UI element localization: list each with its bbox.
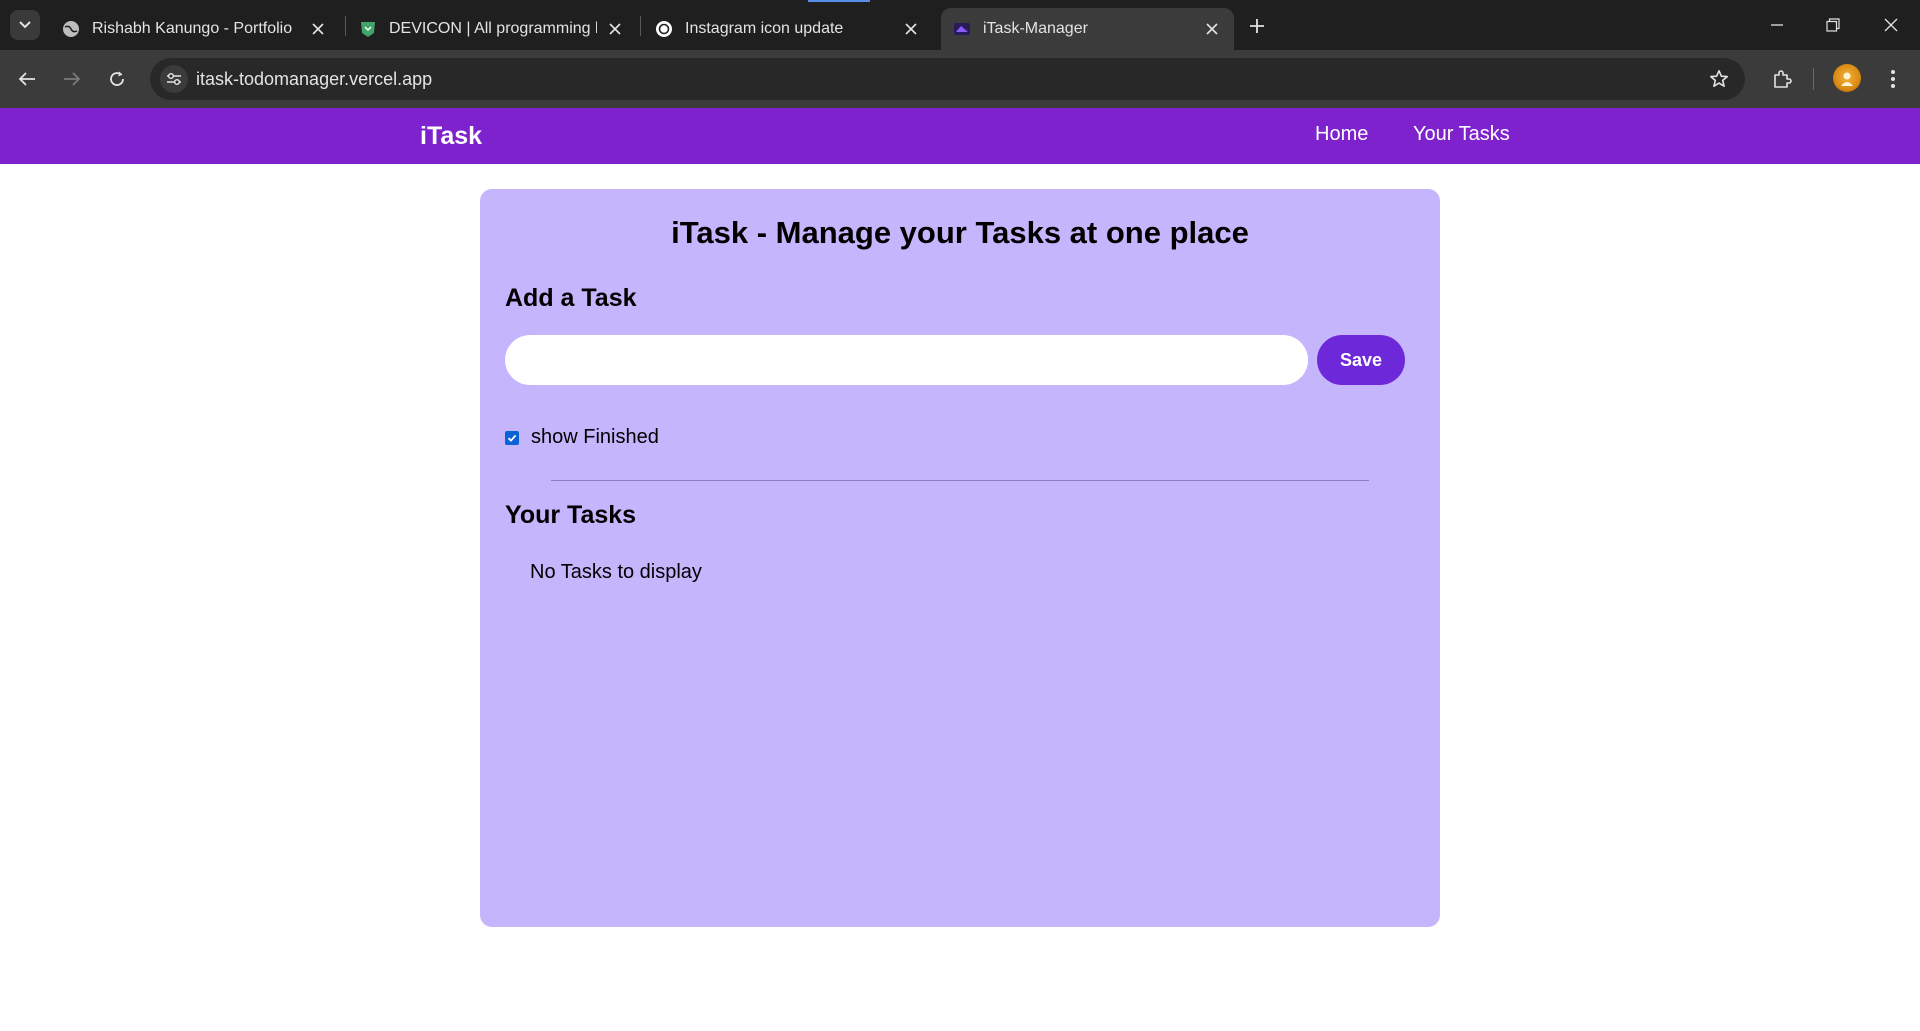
- checkmark-icon: [507, 434, 517, 442]
- your-tasks-heading: Your Tasks: [505, 501, 637, 529]
- close-icon: [1884, 18, 1898, 32]
- close-window-button[interactable]: [1876, 10, 1906, 40]
- tab-title: Instagram icon update: [685, 20, 844, 37]
- profile-avatar[interactable]: [1833, 64, 1861, 92]
- browser-toolbar: itask-todomanager.vercel.app: [0, 50, 1920, 108]
- plus-icon: [1250, 19, 1264, 33]
- close-icon[interactable]: [901, 19, 921, 39]
- tab-search-button[interactable]: [10, 10, 40, 40]
- chatgpt-icon: [655, 20, 673, 38]
- arrow-right-icon: [64, 72, 81, 86]
- forward-button[interactable]: [57, 64, 87, 94]
- divider: [551, 480, 1369, 481]
- page-title: iTask - Manage your Tasks at one place: [671, 215, 1249, 250]
- tab-itask-manager[interactable]: iTask-Manager: [941, 8, 1234, 50]
- tab-title: DEVICON | All programming lan: [389, 20, 597, 37]
- restore-button[interactable]: [1818, 10, 1848, 40]
- tab-title: Rishabh Kanungo - Portfolio: [92, 20, 293, 37]
- star-icon: [1710, 70, 1728, 87]
- arrow-left-icon: [18, 72, 35, 86]
- minimize-button[interactable]: [1762, 10, 1792, 40]
- url-text[interactable]: itask-todomanager.vercel.app: [196, 69, 432, 90]
- app-navbar: iTask Home Your Tasks: [0, 108, 1920, 164]
- reload-button[interactable]: [102, 64, 132, 94]
- avatar-icon: [1841, 72, 1853, 86]
- back-button[interactable]: [12, 64, 42, 94]
- brand-logo[interactable]: iTask: [420, 122, 482, 151]
- task-manager-card: iTask - Manage your Tasks at one place A…: [480, 189, 1440, 927]
- minimize-icon: [1771, 24, 1783, 26]
- globe-icon: [62, 20, 80, 38]
- site-info-button[interactable]: [160, 65, 188, 93]
- restore-icon: [1826, 18, 1840, 32]
- close-icon[interactable]: [605, 19, 625, 39]
- tune-icon: [167, 72, 181, 86]
- tab-loading-indicator: [808, 0, 870, 2]
- show-finished-checkbox[interactable]: [505, 430, 519, 445]
- tab-title: iTask-Manager: [983, 20, 1088, 37]
- toolbar-separator: [1813, 68, 1814, 90]
- chevron-down-icon: [19, 21, 31, 29]
- tab-instagram-icon-update[interactable]: Instagram icon update: [643, 8, 933, 50]
- show-finished-label[interactable]: show Finished: [531, 426, 659, 449]
- tab-portfolio[interactable]: Rishabh Kanungo - Portfolio: [50, 8, 340, 50]
- reload-icon: [110, 71, 124, 86]
- devicon-shield-icon: [359, 20, 377, 38]
- tab-separator: [640, 16, 641, 36]
- browser-tab-strip: Rishabh Kanungo - Portfolio DEVICON | Al…: [0, 0, 1920, 50]
- save-button[interactable]: Save: [1317, 335, 1405, 385]
- extensions-button[interactable]: [1767, 64, 1797, 94]
- task-input[interactable]: [505, 335, 1308, 385]
- show-finished-toggle[interactable]: show Finished: [505, 426, 659, 449]
- close-icon[interactable]: [1202, 19, 1222, 39]
- close-icon[interactable]: [308, 19, 328, 39]
- bookmark-star-button[interactable]: [1707, 67, 1731, 91]
- tab-devicon[interactable]: DEVICON | All programming lan: [347, 8, 637, 50]
- more-vertical-icon: [1891, 70, 1895, 88]
- nav-link-your-tasks[interactable]: Your Tasks: [1413, 123, 1510, 146]
- add-task-heading: Add a Task: [505, 284, 637, 312]
- browser-menu-button[interactable]: [1878, 64, 1908, 94]
- new-tab-button[interactable]: [1243, 12, 1271, 40]
- tab-separator: [345, 16, 346, 36]
- empty-tasks-message: No Tasks to display: [530, 561, 702, 583]
- itask-icon: [953, 20, 971, 38]
- puzzle-icon: [1774, 70, 1792, 88]
- address-bar[interactable]: itask-todomanager.vercel.app: [150, 58, 1745, 100]
- nav-link-home[interactable]: Home: [1315, 123, 1368, 146]
